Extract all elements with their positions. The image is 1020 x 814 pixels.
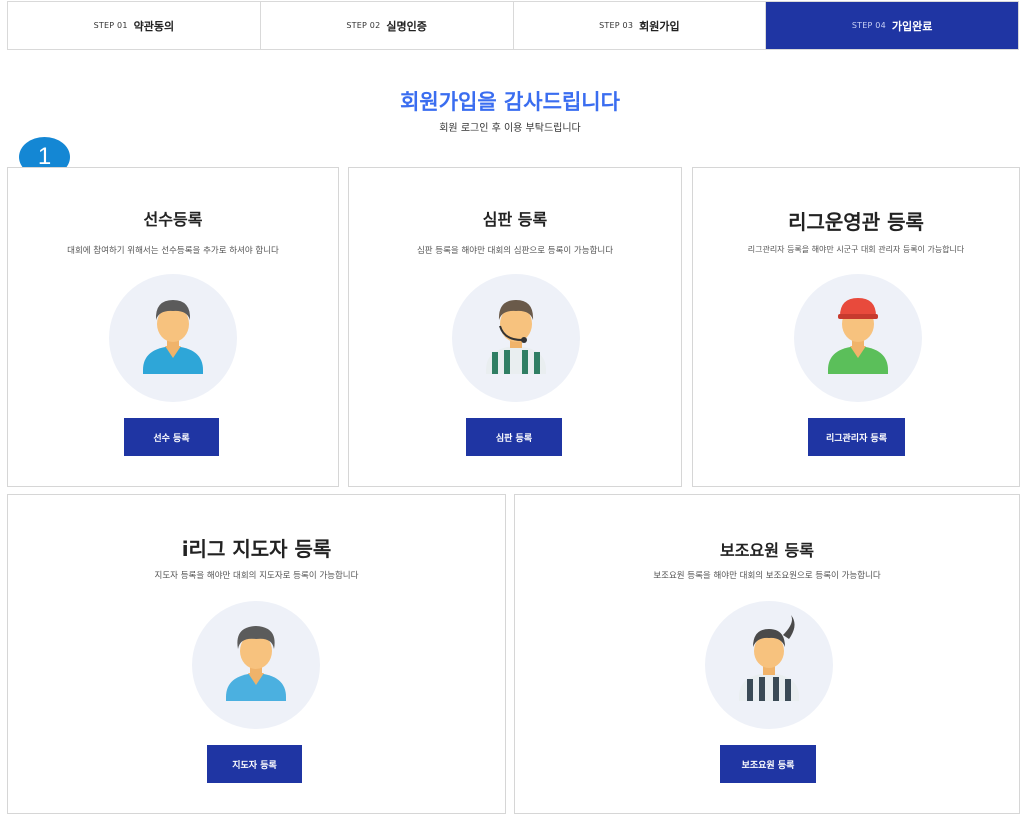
card-description: 지도자 등록을 해야만 대회의 지도자로 등록이 가능합니다 — [154, 571, 359, 581]
coach-register-button[interactable]: 지도자 등록 — [207, 745, 302, 783]
page-title: 회원가입을 감사드립니다 — [400, 90, 620, 114]
step-1: STEP 01 약관동의 — [8, 2, 261, 49]
referee-registration-card: 심판 등록 심판 등록을 해야만 대회의 심판으로 등록이 가능합니다 심판 등… — [348, 167, 682, 487]
step-number: STEP 04 — [851, 21, 886, 30]
card-title: i리그 지도자 등록 — [181, 537, 332, 561]
league-manager-avatar-icon — [794, 274, 922, 402]
card-description: 보조요원 등록을 해야만 대회의 보조요원으로 등록이 가능합니다 — [653, 571, 881, 581]
referee-avatar-icon — [452, 274, 580, 402]
card-title: 선수등록 — [143, 210, 203, 229]
step-2: STEP 02 실명인증 — [260, 2, 514, 49]
league-manager-register-button[interactable]: 리그관리자 등록 — [808, 418, 905, 456]
coach-registration-card: i리그 지도자 등록 지도자 등록을 해야만 대회의 지도자로 등록이 가능합니… — [7, 494, 506, 814]
card-title: 리그운영관 등록 — [788, 210, 924, 234]
step-progress-bar: STEP 01 약관동의 STEP 02 실명인증 STEP 03 회원가입 S… — [7, 1, 1019, 50]
step-label: 약관동의 — [133, 19, 175, 33]
card-title: 보조요원 등록 — [720, 541, 814, 560]
card-title: 심판 등록 — [482, 210, 548, 229]
assistant-register-button[interactable]: 보조요원 등록 — [720, 745, 816, 783]
step-3: STEP 03 회원가입 — [513, 2, 767, 49]
step-label: 실명인증 — [386, 19, 427, 33]
step-number: STEP 03 — [599, 21, 634, 30]
coach-avatar-icon — [192, 601, 320, 729]
step-label: 가입완료 — [891, 19, 933, 33]
step-number: STEP 01 — [93, 21, 128, 30]
step-4-active: STEP 04 가입완료 — [766, 2, 1018, 49]
player-avatar-icon — [109, 274, 237, 402]
page-subtitle: 회원 로그인 후 이용 부탁드립니다 — [439, 123, 581, 134]
player-register-button[interactable]: 선수 등록 — [124, 418, 219, 456]
league-manager-registration-card: 리그운영관 등록 리그관리자 등록을 해야만 시군구 대회 관리자 등록이 가능… — [692, 167, 1020, 487]
assistant-registration-card: 보조요원 등록 보조요원 등록을 해야만 대회의 보조요원으로 등록이 가능합니… — [514, 494, 1020, 814]
step-label: 회원가입 — [639, 19, 680, 33]
card-description: 심판 등록을 해야만 대회의 심판으로 등록이 가능합니다 — [416, 246, 614, 256]
player-registration-card: 선수등록 대회에 참여하기 위해서는 선수등록을 추가로 하셔야 합니다 선수 … — [7, 167, 339, 487]
referee-register-button[interactable]: 심판 등록 — [466, 418, 562, 456]
assistant-avatar-icon — [705, 601, 833, 729]
step-number: STEP 02 — [346, 21, 381, 30]
card-description: 리그관리자 등록을 해야만 시군구 대회 관리자 등록이 가능합니다 — [747, 245, 965, 254]
card-description: 대회에 참여하기 위해서는 선수등록을 추가로 하셔야 합니다 — [67, 246, 279, 256]
